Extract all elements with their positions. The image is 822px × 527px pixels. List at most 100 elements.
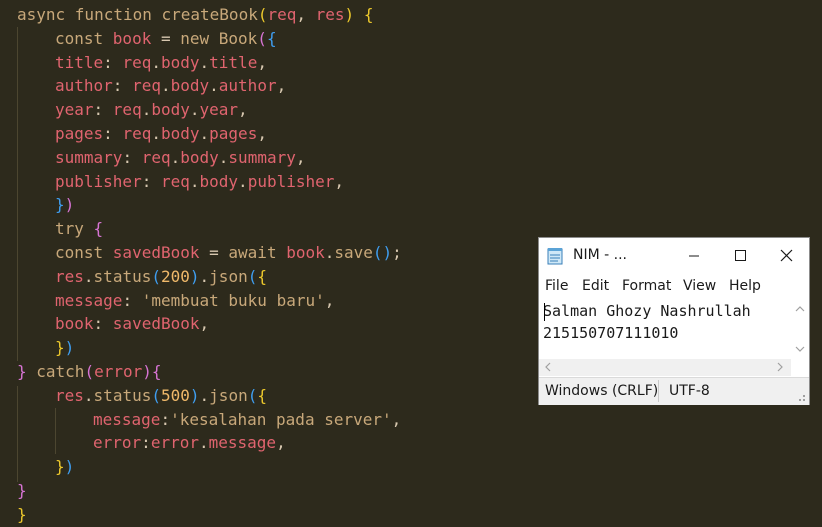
- code-line: title: req.body.title,: [55, 51, 267, 75]
- code-token: ): [142, 362, 152, 381]
- code-token: req: [141, 147, 171, 167]
- code-token: ): [189, 385, 200, 405]
- notepad-titlebar[interactable]: NIM - ...: [539, 238, 809, 274]
- notepad-statusbar: Windows (CRLF) UTF-8: [539, 377, 809, 405]
- code-token: year: [55, 100, 94, 120]
- code-line: async function createBook(req, res) {: [17, 3, 373, 27]
- code-token: req: [132, 76, 161, 96]
- code-token: :: [160, 409, 171, 429]
- code-token: .: [199, 124, 210, 143]
- code-token: req: [122, 52, 152, 72]
- code-token: (: [247, 385, 258, 405]
- code-token: body: [199, 171, 239, 191]
- code-line: }): [55, 336, 74, 360]
- indent-guide: [17, 386, 18, 482]
- code-token: body: [180, 147, 219, 167]
- code-line: pages: req.body.pages,: [55, 122, 267, 146]
- code-token: {: [266, 28, 277, 48]
- code-line: }): [55, 193, 74, 217]
- text-line: 215150707111010: [543, 324, 679, 342]
- menu-format[interactable]: Format: [622, 278, 671, 294]
- resize-grip-icon: [799, 395, 805, 401]
- code-token: .: [198, 433, 209, 453]
- notepad-window[interactable]: NIM - ... File Edit Format View Help Sal…: [538, 237, 810, 405]
- code-token: (: [151, 385, 161, 405]
- menu-view[interactable]: View: [683, 278, 716, 294]
- code-line: message: 'membuat buku baru',: [55, 289, 334, 313]
- code-token: res: [55, 385, 84, 405]
- code-token: .: [151, 52, 161, 72]
- code-token: error: [150, 433, 199, 453]
- code-line: publisher: req.body.publisher,: [55, 170, 344, 194]
- code-token: year: [199, 100, 239, 120]
- code-token: new: [180, 28, 219, 48]
- status-line-ending: Windows (CRLF): [545, 383, 659, 399]
- code-token: savedBook: [112, 314, 200, 334]
- code-token: ): [189, 266, 200, 286]
- code-line: }): [55, 455, 74, 479]
- menu-file[interactable]: File: [545, 278, 568, 294]
- code-token: publisher: [247, 171, 335, 191]
- code-token: .: [141, 100, 152, 120]
- code-token: .: [151, 124, 161, 143]
- code-line: error:error.message,: [93, 431, 286, 455]
- code-token: {: [151, 362, 162, 381]
- code-line: author: req.body.author,: [55, 74, 286, 98]
- status-divider: [658, 380, 659, 402]
- text-line: Salman Ghozy Nashrullah: [543, 302, 751, 320]
- code-token: }: [55, 457, 65, 477]
- code-token: ,: [324, 290, 335, 310]
- code-token: }: [17, 481, 27, 500]
- code-token: req: [160, 171, 190, 191]
- maximize-button[interactable]: [717, 238, 763, 274]
- scroll-up-icon: [795, 306, 805, 312]
- vertical-scrollbar[interactable]: [791, 298, 809, 360]
- notepad-text-area[interactable]: Salman Ghozy Nashrullah 215150707111010: [543, 300, 789, 360]
- code-token: ,: [276, 76, 287, 96]
- code-token: .: [209, 76, 219, 96]
- code-token: .: [199, 385, 210, 405]
- code-line: book: savedBook,: [55, 312, 209, 336]
- code-token: ,: [295, 147, 306, 167]
- indent-guide: [17, 27, 18, 361]
- code-token: book: [112, 28, 152, 48]
- menu-help[interactable]: Help: [729, 278, 761, 294]
- code-token: author: [55, 76, 113, 96]
- horizontal-scrollbar[interactable]: [539, 359, 791, 376]
- minimize-button[interactable]: [671, 238, 717, 274]
- code-token: error: [94, 362, 143, 381]
- close-button[interactable]: [763, 238, 809, 274]
- code-token: :: [112, 76, 133, 96]
- code-token: .: [324, 243, 335, 262]
- code-token: :: [93, 100, 113, 120]
- code-token: }: [55, 195, 65, 215]
- code-token: 200: [160, 266, 190, 286]
- code-token: ): [344, 5, 355, 24]
- code-token: .: [218, 147, 229, 167]
- code-token: (: [84, 362, 95, 381]
- code-line: summary: req.body.summary,: [55, 146, 306, 170]
- code-token: 'kesalahan pada server': [170, 409, 392, 429]
- code-token: {: [93, 219, 104, 239]
- code-token: =: [151, 28, 181, 48]
- code-token: {: [363, 5, 374, 24]
- code-token: :: [103, 124, 123, 143]
- code-line: message:'kesalahan pada server',: [93, 408, 401, 432]
- menu-edit[interactable]: Edit: [582, 278, 609, 294]
- code-token: body: [160, 52, 200, 72]
- code-token: :: [141, 433, 151, 453]
- notepad-app-icon: [547, 248, 563, 265]
- notepad-title: NIM - ...: [573, 247, 627, 263]
- code-token: (): [372, 243, 393, 262]
- code-token: Book: [218, 28, 258, 48]
- code-token: }: [17, 504, 27, 524]
- code-token: ,: [257, 52, 267, 72]
- code-token: message: [208, 433, 277, 453]
- code-token: book: [286, 243, 325, 262]
- code-token: .: [83, 385, 94, 405]
- code-token: ): [64, 457, 75, 477]
- code-token: json: [209, 385, 248, 405]
- code-line: } catch(error){: [17, 360, 162, 384]
- code-line: year: req.body.year,: [55, 98, 248, 122]
- scroll-left-icon: [545, 362, 551, 372]
